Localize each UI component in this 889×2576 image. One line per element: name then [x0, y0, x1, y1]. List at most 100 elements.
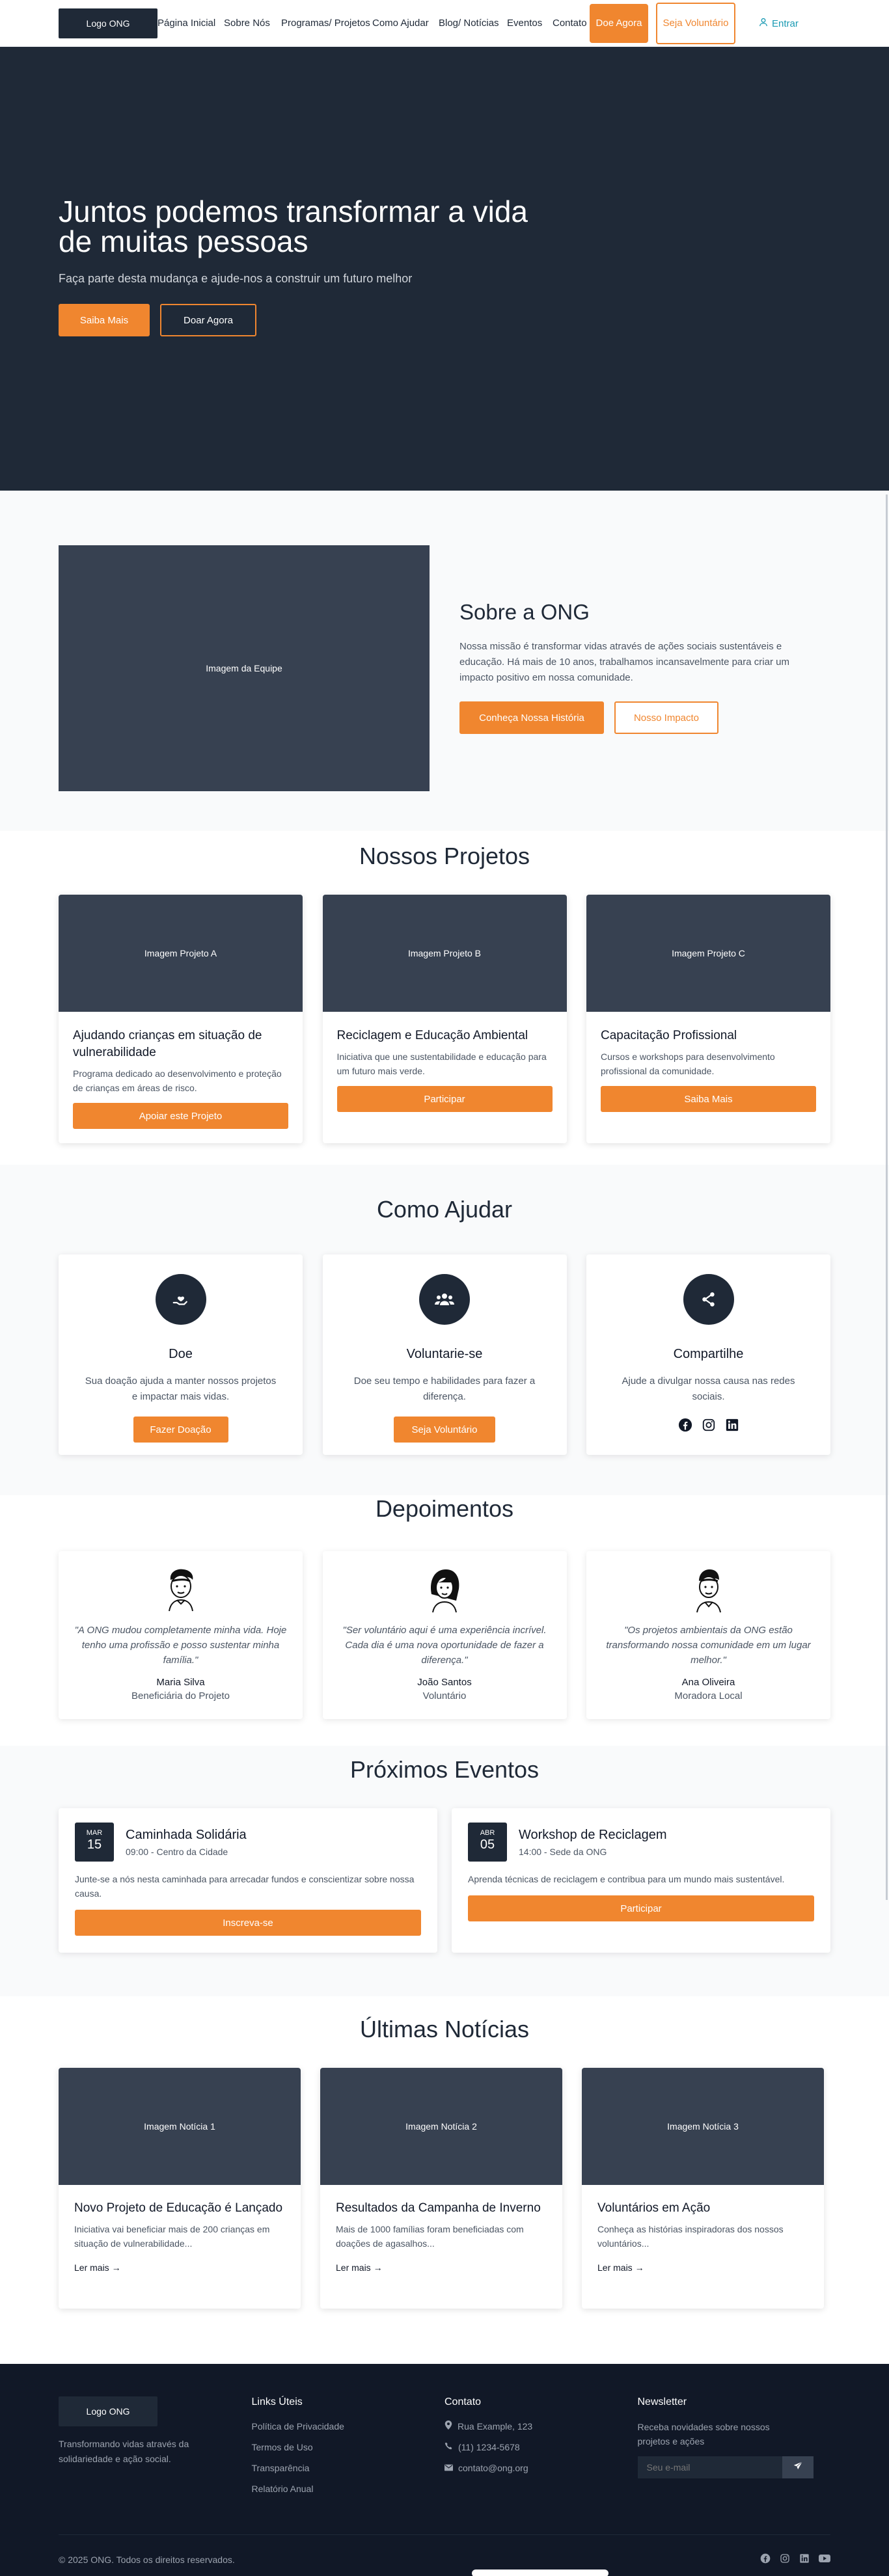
newsletter-form	[637, 2456, 814, 2478]
main-menu: Página Inicial Sobre Nós Programas/ Proj…	[157, 16, 592, 31]
copyright-text: © 2025 ONG. Todos os direitos reservados…	[59, 2554, 235, 2565]
testimonials-section: Depoimentos "A ONG mudou completamente m…	[0, 1495, 889, 1746]
linkedin-icon[interactable]	[725, 1418, 739, 1435]
project-image: Imagem Projeto C	[586, 895, 830, 1012]
linkedin-icon[interactable]	[799, 2553, 810, 2566]
news-text: Mais de 1000 famílias foram beneficiadas…	[336, 2224, 524, 2249]
news-text: Iniciativa vai beneficiar mais de 200 cr…	[74, 2224, 270, 2249]
contact-address: Rua Example, 123	[444, 2420, 638, 2433]
volunteer-button[interactable]: Seja Voluntário	[656, 3, 735, 44]
event-month: ABR	[480, 1829, 495, 1837]
make-donation-button[interactable]: Fazer Doação	[133, 1417, 228, 1443]
news-image: Imagem Notícia 3	[582, 2068, 824, 2185]
hero-title: Juntos podemos transformar a vida de mui…	[59, 195, 528, 258]
nav-item-projects[interactable]: Programas/ Projetos	[281, 16, 372, 31]
event-card: MAR 15 Caminhada Solidária 09:00 - Centr…	[59, 1808, 437, 1953]
event-date: MAR 15	[75, 1823, 114, 1862]
help-card: Doe Sua doação ajuda a manter nossos pro…	[59, 1254, 303, 1455]
event-text: Junte-se a nós nesta caminhada para arre…	[75, 1874, 415, 1899]
page-scrollbar[interactable]	[886, 495, 888, 1900]
footer-link-transparency[interactable]: Transparência	[252, 2461, 445, 2474]
news-card: Imagem Notícia 2 Resultados da Campanha …	[320, 2068, 562, 2309]
event-meta: 09:00 - Centro da Cidade	[126, 1846, 228, 1857]
read-more-link[interactable]: Ler mais →	[74, 2262, 285, 2273]
newsletter-submit-button[interactable]	[782, 2456, 814, 2478]
testimonial-role: Beneficiária do Projeto	[131, 1690, 230, 1702]
news-title: Voluntários em Ação	[597, 2201, 711, 2215]
news-image: Imagem Notícia 2	[320, 2068, 562, 2185]
footer-logo[interactable]: Logo ONG	[59, 2396, 157, 2426]
avatar	[155, 1562, 207, 1614]
phone-text: (11) 1234-5678	[458, 2442, 520, 2452]
youtube-icon[interactable]	[819, 2553, 830, 2566]
newsletter-email-input[interactable]	[637, 2456, 782, 2478]
news-title: Últimas Notícias	[359, 2016, 530, 2042]
facebook-icon[interactable]	[760, 2553, 771, 2566]
how-to-help-section: Como Ajudar Doe Sua doação ajuda a mante…	[0, 1165, 889, 1495]
nav-item-how-to-help[interactable]: Como Ajudar	[372, 16, 439, 31]
testimonial-card: "A ONG mudou completamente minha vida. H…	[59, 1551, 303, 1719]
instagram-icon[interactable]	[702, 1418, 716, 1435]
footer-link-privacy[interactable]: Política de Privacidade	[252, 2420, 445, 2433]
nav-item-about[interactable]: Sobre Nós	[224, 16, 281, 31]
project-card: Imagem Projeto B Reciclagem e Educação A…	[322, 895, 567, 1143]
footer-link-annual-report[interactable]: Relatório Anual	[252, 2482, 445, 2495]
impact-button[interactable]: Nosso Impacto	[614, 701, 718, 734]
help-card-title: Voluntarie-se	[406, 1347, 483, 1361]
facebook-icon[interactable]	[678, 1418, 692, 1435]
avatar	[418, 1562, 471, 1614]
participate-button[interactable]: Participar	[336, 1086, 553, 1112]
event-text: Aprenda técnicas de reciclagem e contrib…	[468, 1874, 785, 1884]
hand-heart-icon	[155, 1274, 206, 1325]
projects-title: Nossos Projetos	[359, 843, 530, 869]
logo[interactable]: Logo ONG	[59, 8, 157, 38]
read-more-link[interactable]: Ler mais →	[336, 2262, 547, 2273]
page: Logo ONG Página Inicial Sobre Nós Progra…	[0, 0, 889, 2576]
event-title: Workshop de Reciclagem	[519, 1827, 667, 1842]
users-icon	[419, 1274, 470, 1325]
news-title: Resultados da Campanha de Inverno	[336, 2201, 541, 2215]
contact-title: Contato	[444, 2396, 482, 2407]
project-card: Imagem Projeto A Ajudando crianças em si…	[59, 895, 303, 1143]
nav-item-home[interactable]: Página Inicial	[157, 16, 224, 31]
login-link[interactable]: Entrar	[759, 18, 799, 29]
email-text: contato@ong.org	[458, 2463, 528, 2473]
testimonials-title: Depoimentos	[375, 1495, 514, 1522]
history-button[interactable]: Conheça Nossa História	[459, 701, 604, 734]
help-card-text: Doe seu tempo e habilidades para fazer a…	[353, 1376, 536, 1402]
nav-item-events[interactable]: Eventos	[507, 16, 553, 31]
map-pin-icon	[444, 2420, 452, 2433]
events-section: Próximos Eventos MAR 15 Caminhada Solidá…	[0, 1746, 889, 1996]
projects-section: Nossos Projetos Imagem Projeto A Ajudand…	[0, 831, 889, 1165]
newsletter-text: Receba novidades sobre nossos projetos e…	[637, 2422, 770, 2447]
testimonial-quote: "Ser voluntário aqui é uma experiência i…	[342, 1625, 547, 1666]
news-title: Novo Projeto de Educação é Lançado	[74, 2201, 283, 2215]
event-day: 05	[480, 1837, 495, 1852]
nav-item-contact[interactable]: Contato	[553, 16, 592, 31]
read-more-link[interactable]: Ler mais →	[597, 2262, 808, 2273]
news-section: Últimas Notícias Imagem Notícia 1 Novo P…	[0, 1996, 889, 2364]
help-card: Voluntarie-se Doe seu tempo e habilidade…	[322, 1254, 567, 1455]
news-text: Conheça as histórias inspiradoras dos no…	[597, 2224, 784, 2249]
learn-more-button[interactable]: Saiba Mais	[59, 304, 150, 336]
footer-link-terms[interactable]: Termos de Uso	[252, 2441, 445, 2454]
register-button[interactable]: Inscreva-se	[75, 1910, 421, 1936]
instagram-icon[interactable]	[780, 2553, 790, 2566]
support-project-button[interactable]: Apoiar este Projeto	[73, 1103, 288, 1129]
project-title: Ajudando crianças em situação de vulnera…	[73, 1029, 262, 1059]
participate-button[interactable]: Participar	[468, 1895, 814, 1921]
avatar	[683, 1562, 735, 1614]
event-month: MAR	[86, 1829, 103, 1837]
donate-now-button[interactable]: Doe Agora	[590, 4, 648, 43]
learn-more-button[interactable]: Saiba Mais	[601, 1086, 816, 1112]
envelope-icon	[444, 2461, 453, 2474]
testimonial-card: "Os projetos ambientais da ONG estão tra…	[586, 1551, 830, 1719]
donate-button[interactable]: Doar Agora	[160, 304, 256, 336]
help-card: Compartilhe Ajude a divulgar nossa causa…	[586, 1254, 830, 1455]
become-volunteer-button[interactable]: Seja Voluntário	[394, 1417, 495, 1443]
footer-social-links	[760, 2553, 830, 2566]
hero-subtitle: Faça parte desta mudança e ajude-nos a c…	[59, 272, 413, 285]
help-card-text: Sua doação ajuda a manter nossos projeto…	[85, 1376, 277, 1402]
hero-section: Juntos podemos transformar a vida de mui…	[0, 47, 889, 491]
nav-item-blog[interactable]: Blog/ Notícias	[439, 16, 507, 31]
